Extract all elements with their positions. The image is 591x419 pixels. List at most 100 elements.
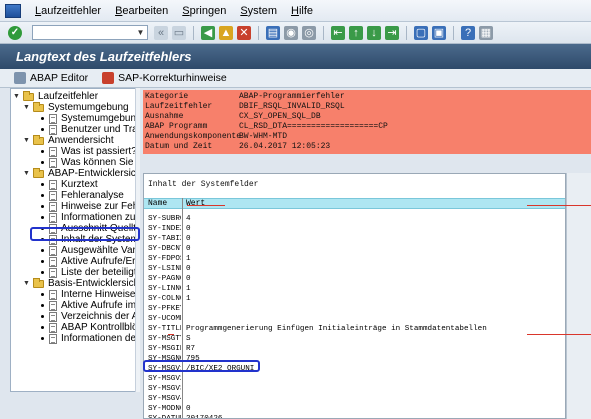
table-row: SY-FDPOS 1 [144,254,565,264]
shortcut-icon[interactable]: ▣ [432,25,446,40]
list-scrollbar[interactable] [566,173,591,419]
menu-system[interactable]: System [240,5,277,17]
page-title: Langtext des Laufzeitfehlers [16,49,192,64]
field-name: SY-MSGV3 [148,385,181,393]
document-icon [49,267,57,278]
field-value: 0 [186,245,191,253]
field-name: SY-UCOMM [148,315,181,323]
field-name: SY-MSGV2 [148,375,181,383]
collapse-icon[interactable]: ▼ [23,135,30,146]
tree-item-informationen-speicher[interactable]: Informationen den Speicher [41,333,138,344]
table-row: SY-MSGV4 [144,394,565,404]
exit-icon[interactable]: ▲ [219,25,233,40]
tree-node-root[interactable]: ▼ Laufzeitfehler [13,90,98,102]
field-name: SY-TABIX [148,235,181,243]
save-icon[interactable]: ▭ [172,25,186,40]
enter-check-icon[interactable]: ✓ [8,25,22,40]
tree-item-informationen-abbruchstelle[interactable]: Informationen zur Abbruchstelle [41,212,138,223]
field-name: SY-MSGTY [148,335,181,343]
menu-hilfe[interactable]: Hilfe [291,5,313,17]
annotation-highlight-msgv1 [143,360,260,372]
field-name: SY-MODNO [148,405,181,413]
menu-bearbeiten[interactable]: Bearbeiten [115,5,168,17]
tree-item-kurztext[interactable]: Kurztext [41,179,98,190]
sap-notes-button[interactable]: SAP-Korrekturhinweise [102,72,227,84]
table-row: SY-SUBRC 4 [144,214,565,224]
tree-item-abap-kontrollbloecke[interactable]: ABAP Kontrollblöcke (CONT) [41,322,138,333]
annotation-line [527,334,591,335]
document-icon [49,113,57,124]
next-page-icon[interactable]: ↓ [367,25,381,40]
print-icon[interactable]: ▤ [266,25,280,40]
field-value: 0 [186,405,191,413]
first-page-icon[interactable]: ⇤ [331,25,345,40]
table-row: SY-MODNO 0 [144,404,565,414]
table-row: SY-DATUM 20170426 [144,414,565,419]
field-value: S [186,335,191,343]
application-toolbar: ABAP Editor SAP-Korrekturhinweise [0,69,591,88]
sap-menu-icon[interactable] [5,3,21,18]
menu-laufzeitfehler[interactable]: Laufzeitfehler [35,5,101,17]
folder-icon [33,167,44,178]
previous-page-icon[interactable]: ↑ [349,25,363,40]
collapse-icon[interactable]: ▼ [23,102,30,113]
document-icon [49,256,57,267]
field-name: SY-INDEX [148,225,181,233]
table-row: SY-MSGTY S [144,334,565,344]
abap-editor-button[interactable]: ABAP Editor [14,72,88,84]
back-icon[interactable]: ◀ [201,25,215,40]
tree-item-was-koennen-sie-tun[interactable]: Was können Sie tun? [41,157,138,168]
tree-folder-anwendersicht[interactable]: ▼ Anwendersicht [23,134,114,146]
table-row: SY-LINNO 1 [144,284,565,294]
table-row: SY-INDEX 0 [144,224,565,234]
tree-folder-basis-entwicklersicht[interactable]: ▼ Basis-Entwicklersicht [23,277,138,289]
field-value: 1 [186,295,191,303]
table-row: SY-MSGV2 [144,374,565,384]
document-icon [49,157,57,168]
field-name: SY-DATUM [148,415,181,419]
document-icon [49,124,57,135]
tree-item-liste-abap[interactable]: Liste der beteiligten ABAP [41,267,138,278]
command-field[interactable]: ▼ [32,25,148,40]
menu-springen[interactable]: Springen [182,5,226,17]
cancel-icon[interactable]: ✕ [237,25,251,40]
sap-window: Laufzeitfehler Bearbeiten Springen Syste… [0,0,591,419]
tree-item-was-ist-passiert[interactable]: Was ist passiert? [41,146,137,157]
new-session-icon[interactable]: ▢ [414,25,428,40]
layout-icon[interactable]: ▦ [479,25,493,40]
menu-bar: Laufzeitfehler Bearbeiten Springen Syste… [0,0,591,22]
find-next-icon[interactable]: ◎ [302,25,316,40]
tree-item-aktive-aufrufe-kernel[interactable]: Aktive Aufrufe im SAP Kernel [41,300,138,311]
table-row: SY-UCOMM [144,314,565,324]
collapse-icon[interactable]: ▼ [13,91,20,102]
tree-item-ausgewaehlte-variablen[interactable]: Ausgewählte Variablen [41,245,138,256]
last-page-icon[interactable]: ⇥ [385,25,399,40]
field-name: SY-PAGNO [148,275,181,283]
annotation-line [168,334,174,335]
folder-icon [33,277,44,288]
tree-item-aktive-aufrufe[interactable]: Aktive Aufrufe/Ereignisse [41,256,138,267]
annotation-line [187,205,225,206]
info-row-ausnahme: Ausnahme CX_SY_OPEN_SQL_DB [145,112,321,121]
tree-item-benutzer[interactable]: Benutzer und Transaktion [41,124,138,135]
tree-item-hinweise-fehlerbehebung[interactable]: Hinweise zur Fehlerbehebung [41,201,138,212]
collapse-icon[interactable]: ▼ [23,278,30,289]
find-icon[interactable]: ◉ [284,25,298,40]
document-icon [49,212,57,223]
tree-folder-abap-entwicklersicht[interactable]: ▼ ABAP-Entwicklersicht [23,167,138,179]
history-icon[interactable]: « [154,25,168,40]
help-icon[interactable]: ? [461,25,475,40]
tree-item-fehleranalyse[interactable]: Fehleranalyse [41,190,124,201]
collapse-icon[interactable]: ▼ [23,168,30,179]
tree-item-systemumgebung[interactable]: Systemumgebung [41,113,138,124]
field-value: 4 [186,215,191,223]
field-value: 0 [186,265,191,273]
table-row: SY-TABIX 0 [144,234,565,244]
chevron-down-icon[interactable]: ▼ [135,27,146,38]
tree-item-interne-hinweise[interactable]: Interne Hinweise [41,289,135,300]
field-value: 0 [186,235,191,243]
tree-item-verzeichnis-anwendungstabellen[interactable]: Verzeichnis der Anwendungstabellen [41,311,138,322]
tree-folder-systemumgebung[interactable]: ▼ Systemumgebung [23,101,129,113]
table-row: SY-DBCNT 0 [144,244,565,254]
table-row: SY-TITLE Programmgenerierung Einfügen Ini… [144,324,565,334]
